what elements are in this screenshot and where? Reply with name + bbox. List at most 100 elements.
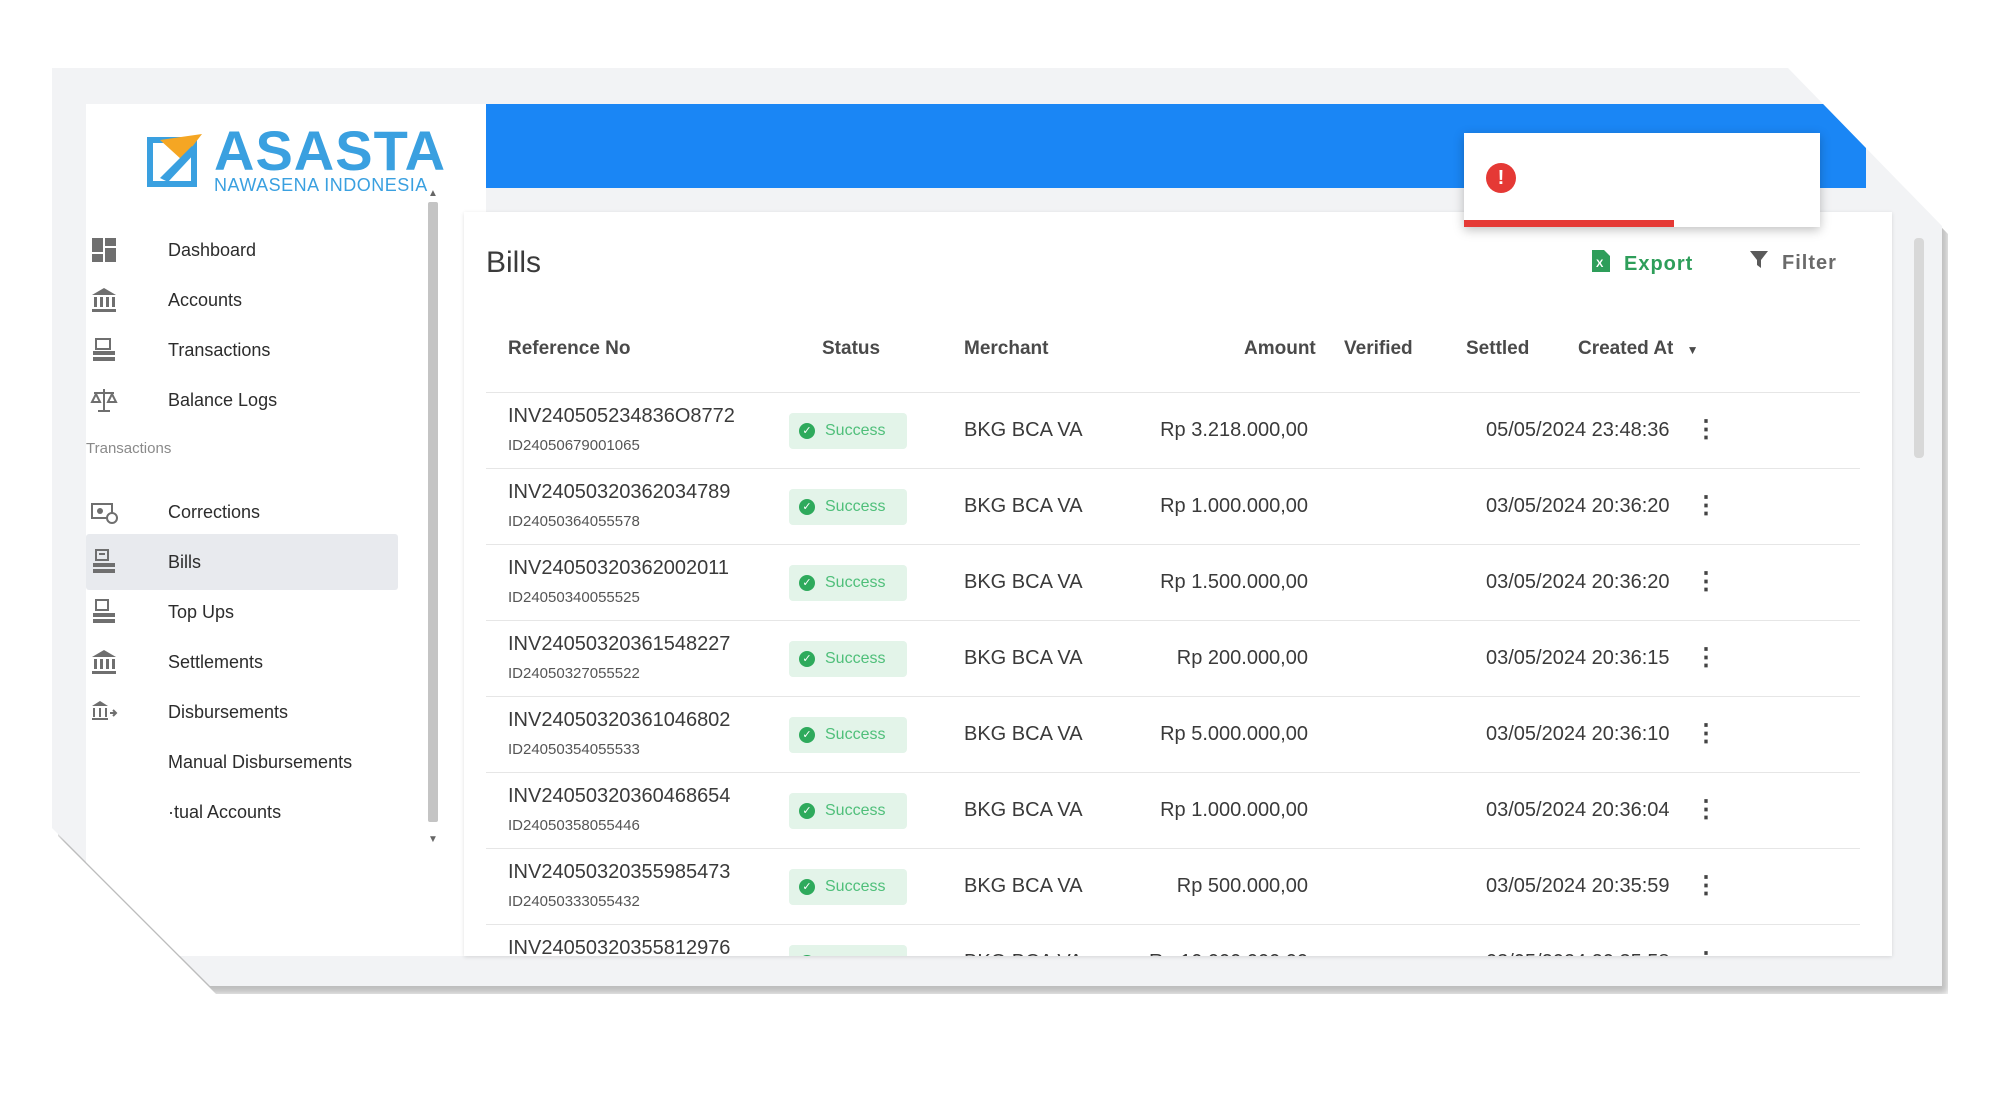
sidebar-item-accounts[interactable]: Accounts [86, 272, 398, 328]
sidebar-item-label: Top Ups [168, 601, 235, 622]
merchant-name: BKG BCA VA [964, 495, 1083, 517]
topups-icon [90, 598, 118, 626]
status-badge: ✓ Success [789, 869, 907, 905]
sidebar-item-transactions[interactable]: Transactions [86, 322, 398, 378]
table-row[interactable]: INV24050320362034789 ID24050364055578 ✓ Suc… [486, 469, 1860, 545]
dashboard-icon [90, 236, 118, 264]
sidebar-scrollbar[interactable]: ▲ ▼ [424, 188, 442, 958]
column-header-amount[interactable]: Amount [1244, 338, 1316, 360]
table-row[interactable]: INV24050320360468654 ID24050358055446 ✓ Suc… [486, 773, 1860, 849]
status-badge: ✓ Success [789, 717, 907, 753]
alert-icon: ! [1486, 163, 1516, 193]
filter-button[interactable]: Filter [1750, 250, 1837, 276]
reference-no: INV24050320362034789 [508, 481, 731, 503]
brand-logo[interactable]: ASASTA NAWASENA INDONESIA [146, 119, 447, 194]
table-row[interactable]: INV24050320355812976 ✓ Success BKG BCA VA Rp… [486, 925, 1860, 956]
sidebar-item-label: Disbursements [168, 701, 289, 722]
sidebar-item-settlements[interactable]: Settlements [86, 634, 398, 690]
sidebar-item-label: Bills [168, 551, 202, 572]
column-header-status[interactable]: Status [822, 338, 880, 360]
sidebar-item-dashboard[interactable]: Dashboard [86, 222, 398, 278]
created-at: 03/05/2024 20:36:15 [1486, 647, 1670, 669]
status-text: Success [825, 422, 886, 439]
column-header-verified[interactable]: Verified [1344, 338, 1413, 360]
table-row[interactable]: INV240505234836O8772 ID24050679001065 ✓ Suc… [486, 393, 1860, 469]
column-header-merchant[interactable]: Merchant [964, 338, 1048, 360]
sidebar-item-disbursements[interactable]: Disbursements [86, 684, 398, 740]
bank-icon [90, 286, 118, 314]
sidebar-item-manual-disbursements[interactable]: Manual Disbursements [86, 734, 398, 790]
status-badge: ✓ Success [789, 489, 907, 525]
reference-no: INV24050320355812976 [508, 937, 731, 956]
status-text: Success [825, 498, 886, 515]
created-at: 03/05/2024 20:36:20 [1486, 495, 1670, 517]
filter-icon [1750, 250, 1768, 276]
scroll-up-icon[interactable]: ▲ [428, 188, 438, 199]
table-row[interactable]: INV24050320361046802 ID24050354055533 ✓ Suc… [486, 697, 1860, 773]
sidebar-section-transactions: Transactions [86, 440, 172, 457]
merchant-name: BKG BCA VA [964, 951, 1083, 956]
merchant-name: BKG BCA VA [964, 419, 1083, 441]
sidebar-item-virtual-accounts[interactable]: ·tual Accounts [86, 784, 398, 840]
reference-id: ID24050679001065 [508, 437, 640, 454]
status-badge: ✓ Success [789, 565, 907, 601]
more-vert-icon[interactable]: ⋮ [1694, 871, 1718, 900]
status-text: Success [825, 802, 886, 819]
more-vert-icon[interactable]: ⋮ [1694, 643, 1718, 672]
table-row[interactable]: INV24050320362002011 ID24050340055525 ✓ Suc… [486, 545, 1860, 621]
more-vert-icon[interactable]: ⋮ [1694, 567, 1718, 596]
check-circle-icon: ✓ [799, 423, 815, 439]
sidebar-item-corrections[interactable]: Corrections [86, 484, 398, 540]
merchant-name: BKG BCA VA [964, 571, 1083, 593]
scrollbar-thumb[interactable] [428, 202, 438, 822]
error-toast[interactable]: ! [1464, 133, 1820, 227]
amount-value: Rp 500.000,00 [1176, 875, 1308, 897]
status-badge: ✓ Success [789, 641, 907, 677]
table-row[interactable]: INV24050320355985473 ID24050333055432 ✓ Suc… [486, 849, 1860, 925]
bills-card: Bills X Export Filter Reference No Statu… [464, 212, 1892, 956]
brand-name: ASASTA [214, 119, 447, 182]
status-text: Success [825, 650, 886, 667]
column-header-reference-no[interactable]: Reference No [508, 338, 631, 360]
scroll-down-icon[interactable]: ▼ [428, 834, 438, 845]
sidebar-item-label: Transactions [168, 339, 271, 360]
corrections-icon [90, 498, 118, 526]
bills-icon [90, 548, 118, 576]
amount-value: Rp 3.218.000,00 [1160, 419, 1308, 441]
more-vert-icon[interactable]: ⋮ [1694, 719, 1718, 748]
more-vert-icon[interactable]: ⋮ [1694, 415, 1718, 444]
logo-mark-icon [146, 130, 206, 190]
scale-icon [90, 386, 118, 414]
sidebar-item-bills[interactable]: Bills [86, 534, 398, 590]
screenshot-frame: ASASTA NAWASENA INDONESIA Dashboard Acco… [52, 68, 1942, 986]
sidebar-item-label: Settlements [168, 651, 264, 672]
export-button[interactable]: X Export [1592, 250, 1693, 278]
merchant-name: BKG BCA VA [964, 799, 1083, 821]
reference-id: ID24050364055578 [508, 513, 640, 530]
reference-no: INV24050320361548227 [508, 633, 731, 655]
sidebar-item-balance-logs[interactable]: Balance Logs [86, 372, 398, 428]
more-vert-icon[interactable]: ⋮ [1694, 947, 1718, 956]
sidebar-item-label: Balance Logs [168, 389, 278, 410]
reference-no: INV24050320360468654 [508, 785, 731, 807]
more-vert-icon[interactable]: ⋮ [1694, 795, 1718, 824]
created-at: 05/05/2024 23:48:36 [1486, 419, 1670, 441]
sidebar-item-top-ups[interactable]: Top Ups [86, 584, 398, 640]
export-label: Export [1624, 252, 1694, 275]
merchant-name: BKG BCA VA [964, 875, 1083, 897]
sort-down-icon: ▼ [1686, 343, 1699, 357]
status-badge: ✓ Success [789, 793, 907, 829]
reference-id: ID24050327055522 [508, 665, 640, 682]
table-row[interactable]: INV24050320361548227 ID24050327055522 ✓ Suc… [486, 621, 1860, 697]
disbursement-icon [90, 698, 118, 726]
column-header-created-at[interactable]: Created At ▼ [1578, 338, 1699, 360]
more-vert-icon[interactable]: ⋮ [1694, 491, 1718, 520]
bank-icon [90, 648, 118, 676]
sidebar-item-label: Dashboard [168, 239, 257, 260]
status-text: Success [825, 878, 886, 895]
column-header-settled[interactable]: Settled [1466, 338, 1529, 360]
sidebar-item-label: ·tual Accounts [168, 801, 282, 822]
main-scrollbar[interactable] [1914, 238, 1924, 458]
status-badge: ✓ Success [789, 945, 907, 956]
created-at: 03/05/2024 20:36:04 [1486, 799, 1670, 821]
